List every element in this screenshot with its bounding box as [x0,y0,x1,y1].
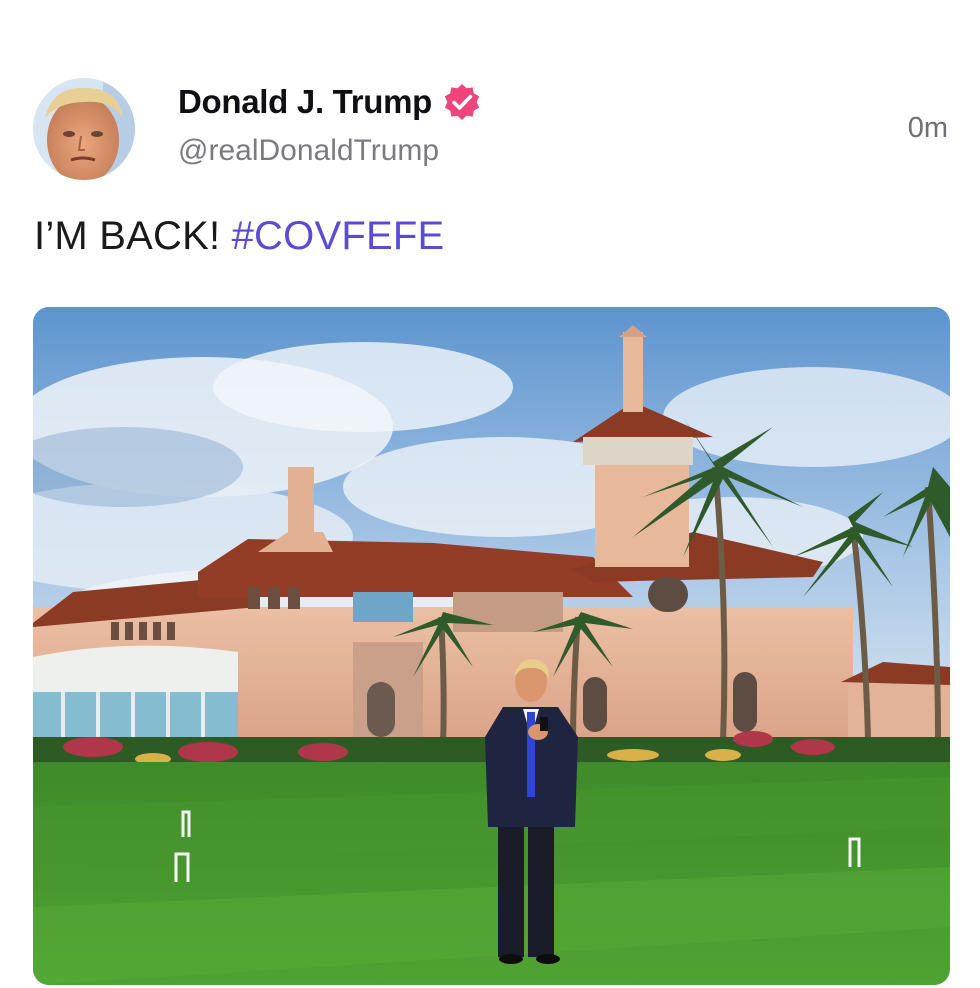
author-avatar[interactable] [33,78,135,180]
post-body: I’M BACK! #COVFEFE [34,214,444,259]
author-handle[interactable]: @realDonaldTrump [178,134,439,168]
verified-badge-icon [444,84,480,120]
post-media-image[interactable] [33,307,950,985]
post-text-main: I’M BACK! [34,214,221,258]
mansion-photo [33,307,950,985]
author-name-row: Donald J. Trump [178,80,482,124]
avatar-photo-icon [33,78,135,180]
hashtag-link[interactable]: #COVFEFE [232,214,445,258]
post-card[interactable]: Donald J. Trump @realDonaldTrump 0m I’M … [0,0,980,988]
author-display-name[interactable]: Donald J. Trump [178,83,432,121]
post-timestamp[interactable]: 0m [908,112,948,145]
